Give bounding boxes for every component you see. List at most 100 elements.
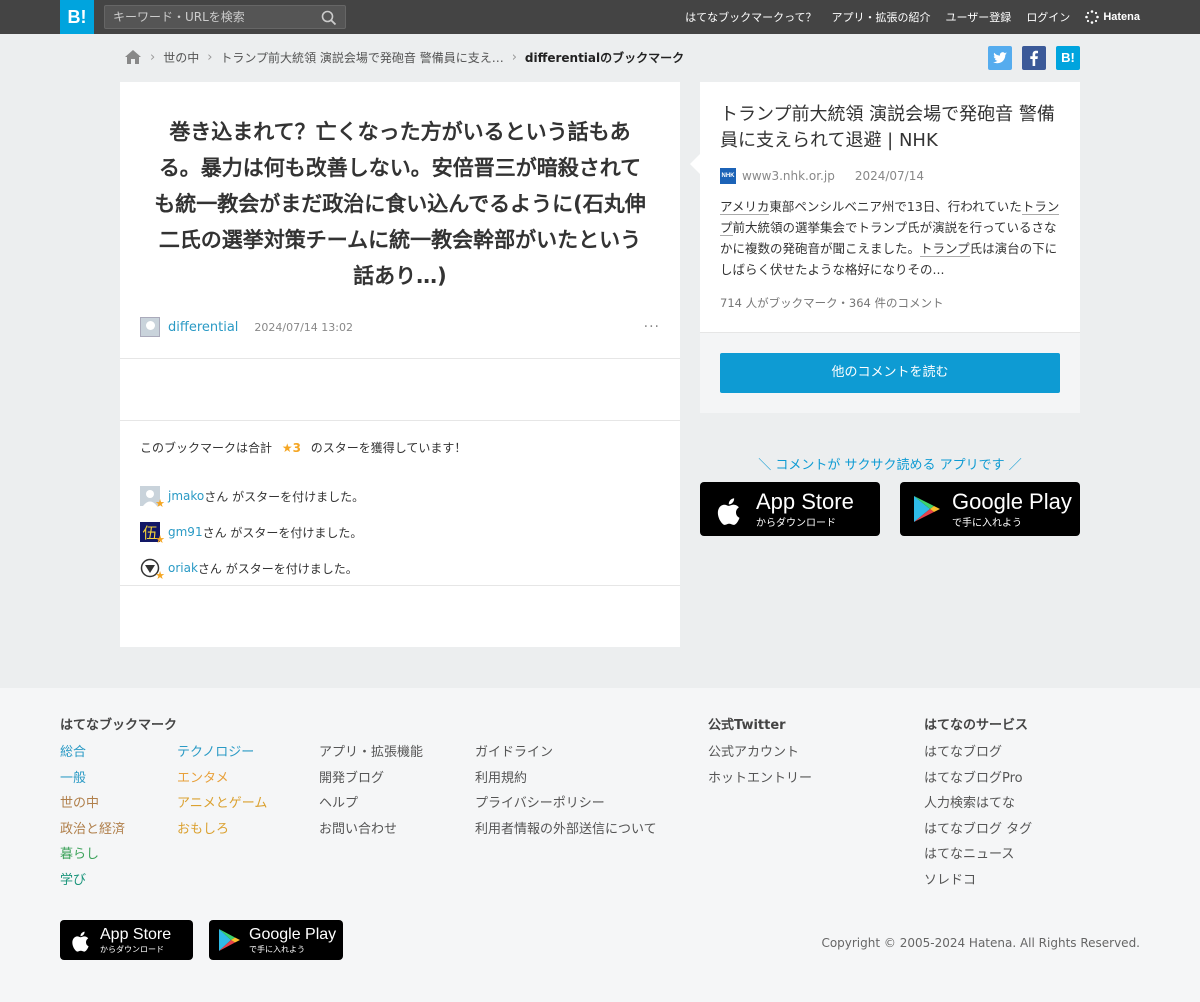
- footer-link-official[interactable]: 公式アカウント: [708, 740, 812, 766]
- entry-actions: 他のコメントを読む: [700, 332, 1080, 413]
- footer-link-entertainment[interactable]: エンタメ: [177, 766, 267, 792]
- bookmark-user-row: differential 2024/07/14 13:02 ···: [140, 316, 660, 338]
- footer-heading: はてなブックマーク: [60, 718, 178, 733]
- footer-link-blogpro[interactable]: はてなブログPro: [924, 766, 1032, 792]
- twitter-share-icon[interactable]: [988, 46, 1012, 70]
- entry-summary: アメリカ東部ペンシルベニア州で13日、行われていたトランプ前大統領の選挙集会でト…: [720, 196, 1060, 280]
- footer-col-services: はてなのサービス はてなブログ はてなブログPro 人力検索はてな はてなブログ…: [924, 714, 1032, 894]
- bookmark-card: 巻き込まれて？亡くなった方がいるという話もある。暴力は何も改善しない。安倍晋三が…: [120, 82, 680, 647]
- hatena-brand[interactable]: Hatena: [1085, 10, 1140, 24]
- entry-domain[interactable]: www3.nhk.or.jp: [742, 169, 835, 183]
- footer-link-news[interactable]: はてなニュース: [924, 842, 1032, 868]
- stars-summary-prefix: このブックマークは合計: [140, 441, 273, 455]
- avatar[interactable]: 伍 ★: [140, 522, 165, 546]
- home-icon[interactable]: [124, 49, 142, 65]
- footer-link-blog[interactable]: はてなブログ: [924, 740, 1032, 766]
- footer-link-devblog[interactable]: 開発ブログ: [319, 766, 423, 792]
- footer-heading: はてなのサービス: [924, 718, 1029, 733]
- star-suffix: さん がスターを付けました。: [202, 525, 363, 540]
- google-play-sub: で手に入れよう: [249, 944, 305, 954]
- footer-link-social[interactable]: 世の中: [60, 791, 177, 817]
- entry-title[interactable]: トランプ前大統領 演説会場で発砲音 警備員に支えられて退避 | NHK: [720, 102, 1065, 154]
- footer-link-help[interactable]: ヘルプ: [319, 791, 423, 817]
- footer-link-soredoko[interactable]: ソレドコ: [924, 868, 1032, 894]
- footer-link-terms[interactable]: 利用規約: [475, 766, 657, 792]
- footer-col-apps: アプリ・拡張機能 開発ブログ ヘルプ お問い合わせ: [319, 740, 423, 842]
- star-suffix: さん がスターを付けました。: [197, 561, 358, 576]
- entry-date: 2024/07/14: [854, 169, 924, 183]
- footer: はてなブックマーク 総合 一般 世の中 政治と経済 暮らし 学び テクノロジー …: [0, 688, 1200, 1002]
- star-icon: ★: [155, 533, 165, 546]
- footer-link-game[interactable]: アニメとゲーム: [177, 791, 267, 817]
- app-store-label: App Store: [756, 488, 854, 514]
- apple-icon: [72, 931, 89, 952]
- footer-link-contact[interactable]: お問い合わせ: [319, 817, 423, 843]
- hatena-dots-icon: [1085, 10, 1100, 24]
- nav-login[interactable]: ログイン: [1026, 9, 1070, 25]
- footer-link-general[interactable]: 総合: [60, 740, 177, 766]
- chevron-right-icon: ›: [511, 49, 517, 65]
- footer-heading: 公式Twitter: [708, 718, 786, 733]
- avatar[interactable]: ★: [140, 558, 165, 582]
- footer-col-bookmark: はてなブックマーク 総合 一般 世の中 政治と経済 暮らし 学び: [60, 714, 177, 894]
- star-username[interactable]: oriak: [168, 561, 198, 575]
- footer-link-hotentry[interactable]: ホットエントリー: [708, 766, 812, 792]
- app-store-sub: からダウンロード: [100, 944, 164, 954]
- list-item: ★ oriak さん がスターを付けました。: [140, 550, 640, 586]
- footer-link-blogtag[interactable]: はてなブログ タグ: [924, 817, 1032, 843]
- google-play-button[interactable]: Google Play で手に入れよう: [209, 920, 343, 960]
- avatar[interactable]: [140, 317, 160, 337]
- more-menu-icon[interactable]: ···: [644, 319, 660, 335]
- footer-link-tech[interactable]: テクノロジー: [177, 740, 267, 766]
- footer-link-knowledge[interactable]: 学び: [60, 868, 177, 894]
- google-play-icon: [219, 929, 240, 951]
- apple-icon: [717, 498, 740, 525]
- facebook-share-icon[interactable]: [1022, 46, 1046, 70]
- keyword-link[interactable]: トランプ: [920, 241, 970, 257]
- footer-col-twitter: 公式Twitter 公式アカウント ホットエントリー: [708, 714, 812, 791]
- copyright: Copyright © 2005-2024 Hatena. All Rights…: [821, 936, 1140, 950]
- avatar[interactable]: ★: [140, 486, 165, 510]
- bookmark-timestamp[interactable]: 2024/07/14 13:02: [254, 321, 353, 334]
- star-username[interactable]: jmako: [168, 489, 204, 503]
- hatebu-logo[interactable]: B!: [60, 0, 94, 34]
- star-list: ★ jmako さん がスターを付けました。 伍 ★ gm91 さん がスターを…: [140, 478, 640, 586]
- keyword-link[interactable]: アメリカ: [720, 199, 770, 215]
- search-icon[interactable]: [321, 10, 337, 26]
- app-store-label: App Store: [100, 925, 172, 943]
- breadcrumb: › 世の中 › トランプ前大統領 演説会場で発砲音 警備員に支え… › diff…: [124, 47, 684, 67]
- chevron-right-icon: ›: [150, 49, 156, 65]
- google-play-label: Google Play: [249, 925, 337, 943]
- nav-about[interactable]: はてなブックマークって？: [685, 9, 816, 25]
- google-play-label: Google Play: [952, 488, 1072, 514]
- footer-link-economics[interactable]: 政治と経済: [60, 817, 177, 843]
- nhk-favicon-icon: NHK: [720, 168, 736, 184]
- app-store-button[interactable]: App Store からダウンロード: [60, 920, 193, 960]
- footer-link-ippan[interactable]: 一般: [60, 766, 177, 792]
- search-box: [104, 5, 346, 29]
- star-username[interactable]: gm91: [168, 525, 203, 539]
- stars-summary-suffix: のスターを獲得しています！: [310, 441, 467, 455]
- footer-link-guideline[interactable]: ガイドライン: [475, 740, 657, 766]
- entry-card: トランプ前大統領 演説会場で発砲音 警備員に支えられて退避 | NHK NHK …: [690, 82, 1080, 413]
- google-play-button[interactable]: Google Play で手に入れよう: [900, 482, 1080, 536]
- hatebu-share-icon[interactable]: B!: [1056, 46, 1080, 70]
- bookmark-username[interactable]: differential: [168, 320, 238, 335]
- footer-link-fun[interactable]: おもしろ: [177, 817, 267, 843]
- read-comments-button[interactable]: 他のコメントを読む: [720, 353, 1060, 393]
- footer-link-external[interactable]: 利用者情報の外部送信について: [475, 817, 657, 843]
- search-input[interactable]: [113, 9, 313, 25]
- breadcrumb-category[interactable]: 世の中: [163, 49, 199, 66]
- footer-link-question[interactable]: 人力検索はてな: [924, 791, 1032, 817]
- footer-link-life[interactable]: 暮らし: [60, 842, 177, 868]
- breadcrumb-entry[interactable]: トランプ前大統領 演説会場で発砲音 警備員に支え…: [220, 49, 503, 66]
- bookmark-comment: 巻き込まれて？亡くなった方がいるという話もある。暴力は何も改善しない。安倍晋三が…: [154, 120, 646, 288]
- footer-link-apps[interactable]: アプリ・拡張機能: [319, 740, 423, 766]
- app-store-button[interactable]: App Store からダウンロード: [700, 482, 880, 536]
- app-store-sub: からダウンロード: [756, 517, 836, 529]
- footer-link-privacy[interactable]: プライバシーポリシー: [475, 791, 657, 817]
- nav-register[interactable]: ユーザー登録: [946, 9, 1012, 25]
- list-item: ★ jmako さん がスターを付けました。: [140, 478, 640, 514]
- nav-apps[interactable]: アプリ・拡張の紹介: [832, 9, 931, 25]
- top-bar: B! はてなブックマークって？ アプリ・拡張の紹介 ユーザー登録 ログイン Ha…: [0, 0, 1200, 34]
